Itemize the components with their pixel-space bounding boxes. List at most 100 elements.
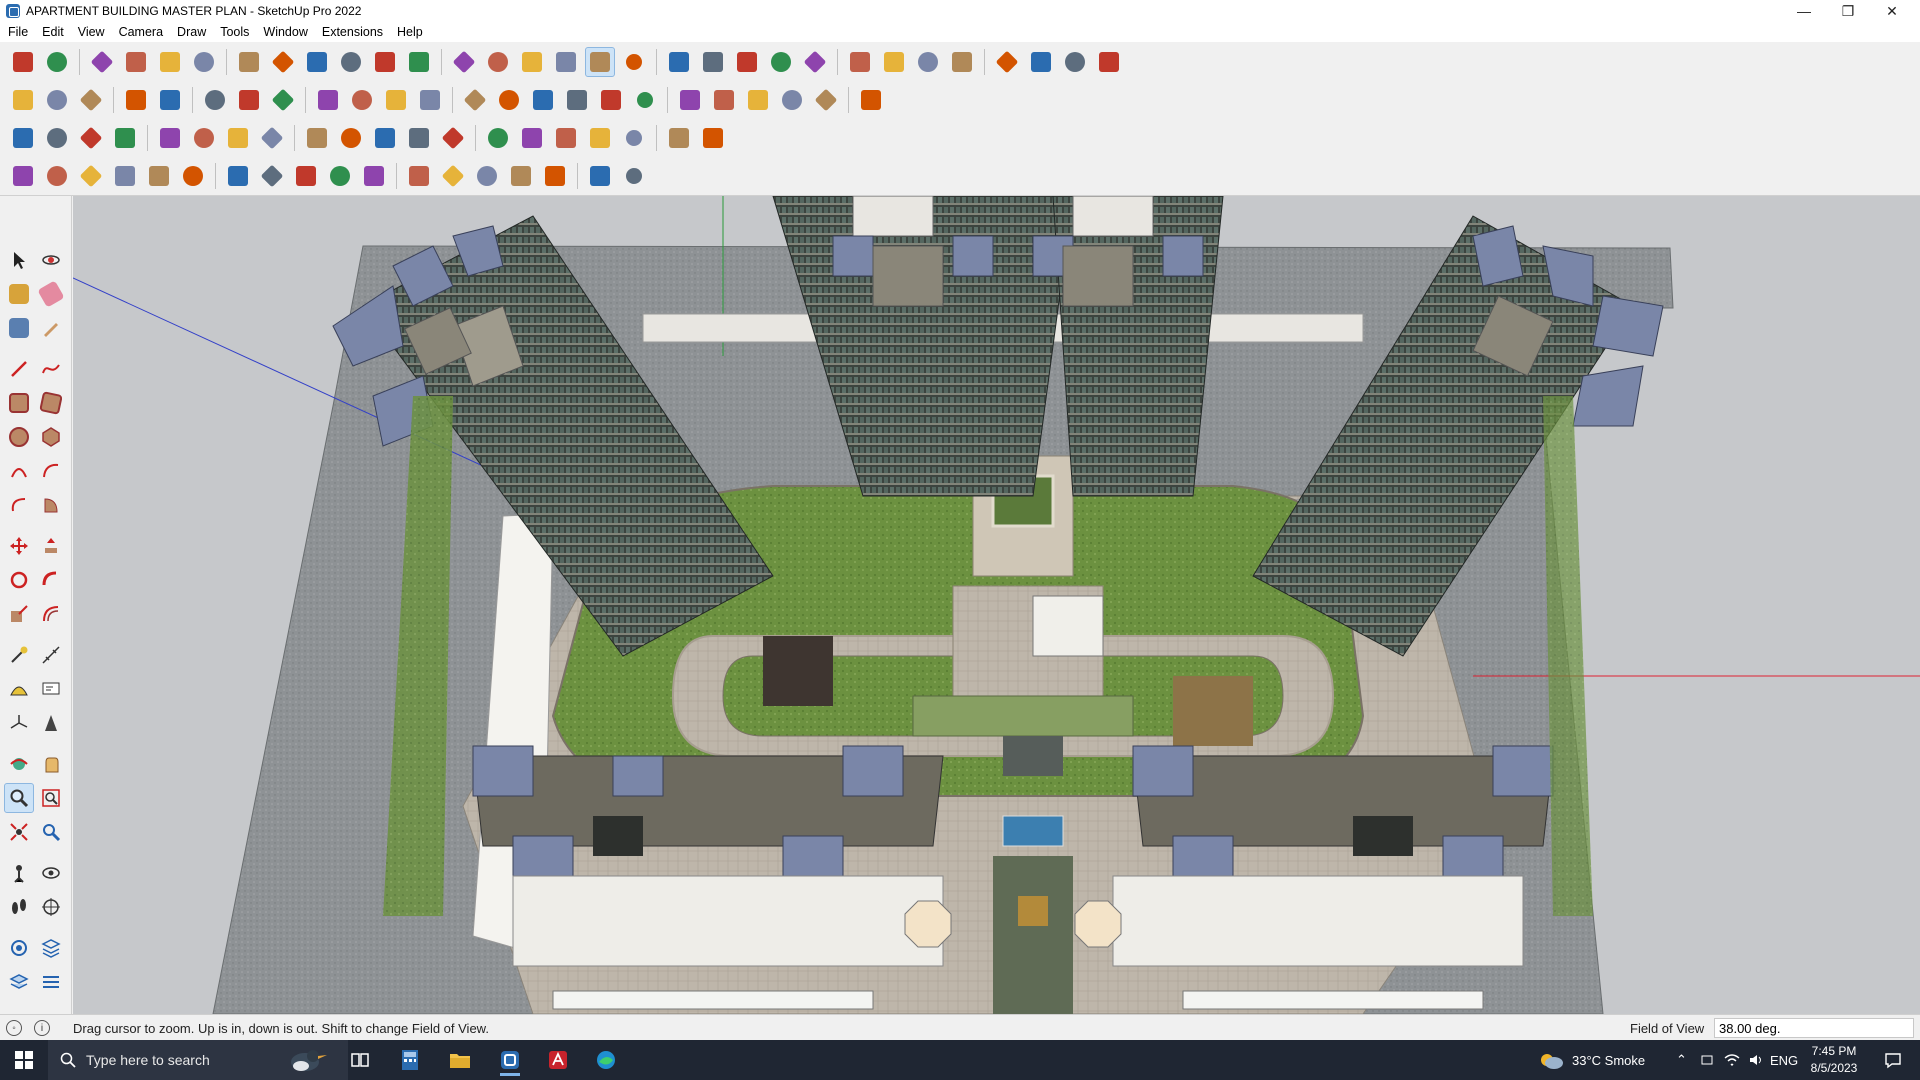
- stair-icon[interactable]: [438, 161, 468, 191]
- zoom-window-tool-icon[interactable]: [36, 783, 66, 813]
- joint-icon[interactable]: [336, 123, 366, 153]
- move-tool-icon[interactable]: [4, 531, 34, 561]
- cross-icon[interactable]: [370, 123, 400, 153]
- roof-icon[interactable]: [460, 85, 490, 115]
- tape-measure-icon[interactable]: [404, 47, 434, 77]
- extrude-icon[interactable]: [630, 85, 660, 115]
- box-icon[interactable]: [257, 161, 287, 191]
- rectangle-tool-icon[interactable]: [4, 388, 34, 418]
- three-point-arc-tool-icon[interactable]: [4, 490, 34, 520]
- components-tool-icon[interactable]: [4, 313, 34, 343]
- iso-view-icon[interactable]: [8, 85, 38, 115]
- shadows-icon[interactable]: [766, 47, 796, 77]
- push-pull-tool-icon[interactable]: [36, 531, 66, 561]
- info-icon[interactable]: i: [34, 1020, 50, 1036]
- text-tool-icon[interactable]: [36, 674, 66, 704]
- volume-icon[interactable]: [1748, 1040, 1764, 1080]
- shape-red-icon[interactable]: [110, 123, 140, 153]
- house-icon[interactable]: [313, 85, 343, 115]
- section-fill-icon[interactable]: [234, 85, 264, 115]
- line-icon[interactable]: [811, 85, 841, 115]
- fill-icon[interactable]: [189, 123, 219, 153]
- styles-icon[interactable]: [698, 47, 728, 77]
- tape-measure-tool-icon[interactable]: [4, 640, 34, 670]
- menu-camera[interactable]: Camera: [119, 25, 163, 39]
- rotated-rectangle-tool-icon[interactable]: [36, 388, 66, 418]
- profile-icon[interactable]: [302, 123, 332, 153]
- loop-icon[interactable]: [155, 123, 185, 153]
- top-view-icon[interactable]: [42, 85, 72, 115]
- scale-icon[interactable]: [370, 47, 400, 77]
- fredo-icon[interactable]: [347, 85, 377, 115]
- weld-icon[interactable]: [551, 123, 581, 153]
- split-icon[interactable]: [664, 123, 694, 153]
- dimension-tool-icon[interactable]: [36, 640, 66, 670]
- layers-icon[interactable]: [732, 47, 762, 77]
- zoom-extents-icon[interactable]: [8, 47, 38, 77]
- menu-extensions[interactable]: Extensions: [322, 25, 383, 39]
- paint-bucket-tool-icon[interactable]: [4, 279, 34, 309]
- shell-icon[interactable]: [178, 161, 208, 191]
- stamp-icon[interactable]: [155, 85, 185, 115]
- previous-view-tool-icon[interactable]: [36, 817, 66, 847]
- styles-tool-icon[interactable]: [4, 933, 34, 963]
- zoom-tool-icon[interactable]: [4, 783, 34, 813]
- flip-icon[interactable]: [913, 47, 943, 77]
- building-icon[interactable]: [381, 85, 411, 115]
- divide-icon[interactable]: [698, 123, 728, 153]
- axes-tool-icon[interactable]: [4, 708, 34, 738]
- sketchup-taskbar-icon[interactable]: [490, 1044, 530, 1076]
- ellipse-icon[interactable]: [777, 85, 807, 115]
- scale-tool-icon[interactable]: [4, 599, 34, 629]
- section-plane-tool-icon[interactable]: [36, 892, 66, 922]
- taskbar-clock[interactable]: 7:45 PM 8/5/2023: [1792, 1043, 1876, 1077]
- arc-tool-icon[interactable]: [483, 123, 513, 153]
- 3d-text-tool-icon[interactable]: [36, 708, 66, 738]
- freehand-tool-icon[interactable]: [36, 354, 66, 384]
- curve-icon[interactable]: [268, 85, 298, 115]
- array-icon[interactable]: [540, 161, 570, 191]
- bend-icon[interactable]: [517, 123, 547, 153]
- outliner-tool-icon[interactable]: [36, 967, 66, 997]
- shape-gold-icon[interactable]: [42, 123, 72, 153]
- components-icon[interactable]: [800, 47, 830, 77]
- polygon-icon[interactable]: [709, 85, 739, 115]
- pie-tool-icon[interactable]: [36, 490, 66, 520]
- follow-me-icon[interactable]: [268, 47, 298, 77]
- door-icon[interactable]: [528, 85, 558, 115]
- extension-icon[interactable]: [879, 47, 909, 77]
- network-wifi-icon[interactable]: [1724, 1040, 1740, 1080]
- scenes-tool-icon[interactable]: [4, 967, 34, 997]
- acrobat-app-icon[interactable]: [538, 1044, 578, 1076]
- notification-icon[interactable]: [1884, 1040, 1902, 1080]
- circle-icon[interactable]: [743, 85, 773, 115]
- pan-tool-icon[interactable]: [36, 749, 66, 779]
- solid-tools-icon[interactable]: [947, 47, 977, 77]
- pan-icon[interactable]: [551, 47, 581, 77]
- eraser-tool-icon[interactable]: [36, 279, 66, 309]
- drive-icon[interactable]: [1700, 1040, 1714, 1080]
- menu-tools[interactable]: Tools: [220, 25, 249, 39]
- move-icon[interactable]: [302, 47, 332, 77]
- text-icon[interactable]: [449, 47, 479, 77]
- orbit-view-tool-icon[interactable]: [4, 749, 34, 779]
- grid-icon[interactable]: [223, 123, 253, 153]
- offset-icon[interactable]: [404, 161, 434, 191]
- redo-icon[interactable]: [1060, 47, 1090, 77]
- section-cut-icon[interactable]: [200, 85, 230, 115]
- roof-tile-icon[interactable]: [585, 161, 615, 191]
- rotate-tool-icon[interactable]: [4, 565, 34, 595]
- section-plane-icon[interactable]: [664, 47, 694, 77]
- front-view-icon[interactable]: [76, 85, 106, 115]
- circle-tool-icon[interactable]: [4, 422, 34, 452]
- calculator-app-icon[interactable]: [390, 1044, 430, 1076]
- undo-icon[interactable]: [1026, 47, 1056, 77]
- sphere-icon[interactable]: [291, 161, 321, 191]
- poly-icon[interactable]: [8, 161, 38, 191]
- star-icon[interactable]: [404, 123, 434, 153]
- zoom-window-icon[interactable]: [619, 47, 649, 77]
- walk-tool-icon[interactable]: [4, 892, 34, 922]
- fillet-icon[interactable]: [325, 161, 355, 191]
- minimize-button[interactable]: —: [1782, 0, 1826, 22]
- shape-green-icon[interactable]: [76, 123, 106, 153]
